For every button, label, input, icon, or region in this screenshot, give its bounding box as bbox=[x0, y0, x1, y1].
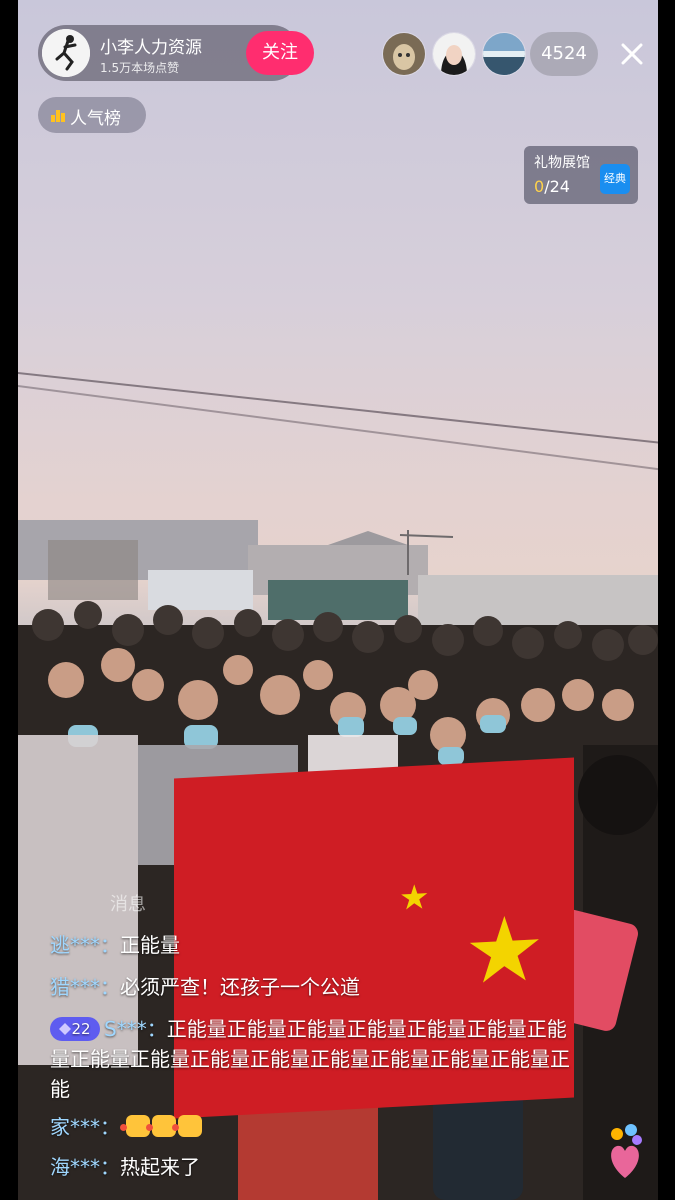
chat-username: 海***： bbox=[50, 1155, 120, 1179]
host-avatar[interactable] bbox=[42, 29, 90, 77]
power-line bbox=[18, 385, 658, 471]
bar-chart-icon bbox=[51, 110, 65, 122]
gift-gallery-progress: 0/24 bbox=[534, 177, 570, 196]
chat-message: 逃***：正能量 bbox=[50, 930, 570, 960]
gift-gallery[interactable]: 礼物展馆 0/24 经典 bbox=[524, 146, 638, 204]
chat-username: 逃***： bbox=[50, 933, 120, 957]
chat-username: 家***： bbox=[50, 1115, 120, 1139]
diamond-icon bbox=[59, 1023, 72, 1035]
user-level-badge: 22 bbox=[50, 1017, 100, 1041]
live-stream-view[interactable]: ★ ★ 小李人力资源 1.5万本场点赞 关注 4524 人气榜 礼物展馆 0/2… bbox=[18, 0, 658, 1200]
viewer-count[interactable]: 4524 bbox=[530, 32, 598, 76]
popularity-rank-label: 人气榜 bbox=[70, 109, 121, 129]
viewer-avatar-1[interactable] bbox=[382, 32, 426, 76]
gift-gallery-title: 礼物展馆 bbox=[534, 155, 590, 171]
chat-hint: 消息 bbox=[110, 894, 146, 915]
chat-username: S***： bbox=[104, 1017, 167, 1041]
chat-message: 22 S***：正能量正能量正能量正能量正能量正能量正能量正能量正能量正能量正能… bbox=[50, 1014, 570, 1104]
chat-text: 必须严查！还孩子一个公道 bbox=[120, 975, 360, 999]
viewer-avatar-2[interactable] bbox=[432, 32, 476, 76]
chat-text: 正能量 bbox=[120, 933, 180, 957]
follow-button[interactable]: 关注 bbox=[246, 31, 314, 75]
like-count: 1.5万本场点赞 bbox=[100, 61, 180, 75]
classic-badge: 经典 bbox=[600, 164, 630, 194]
chat-text: 热起来了 bbox=[120, 1155, 200, 1179]
chat-username: 猎***： bbox=[50, 975, 120, 999]
power-line bbox=[18, 372, 658, 445]
popularity-rank-button[interactable]: 人气榜 bbox=[38, 97, 146, 133]
close-icon[interactable] bbox=[614, 36, 650, 72]
chat-message: 猎***：必须严查！还孩子一个公道 bbox=[50, 972, 570, 1002]
like-heart-icon[interactable] bbox=[603, 1122, 647, 1184]
chat-message: 海***：热起来了 bbox=[50, 1152, 570, 1182]
small-star: ★ bbox=[399, 877, 430, 919]
host-name: 小李人力资源 bbox=[100, 38, 202, 58]
clap-emoji-icon bbox=[172, 1115, 203, 1137]
viewer-avatar-3[interactable] bbox=[482, 32, 526, 76]
host-profile-pill[interactable]: 小李人力资源 1.5万本场点赞 关注 bbox=[38, 25, 314, 81]
chat-message: 家***： bbox=[50, 1112, 570, 1142]
